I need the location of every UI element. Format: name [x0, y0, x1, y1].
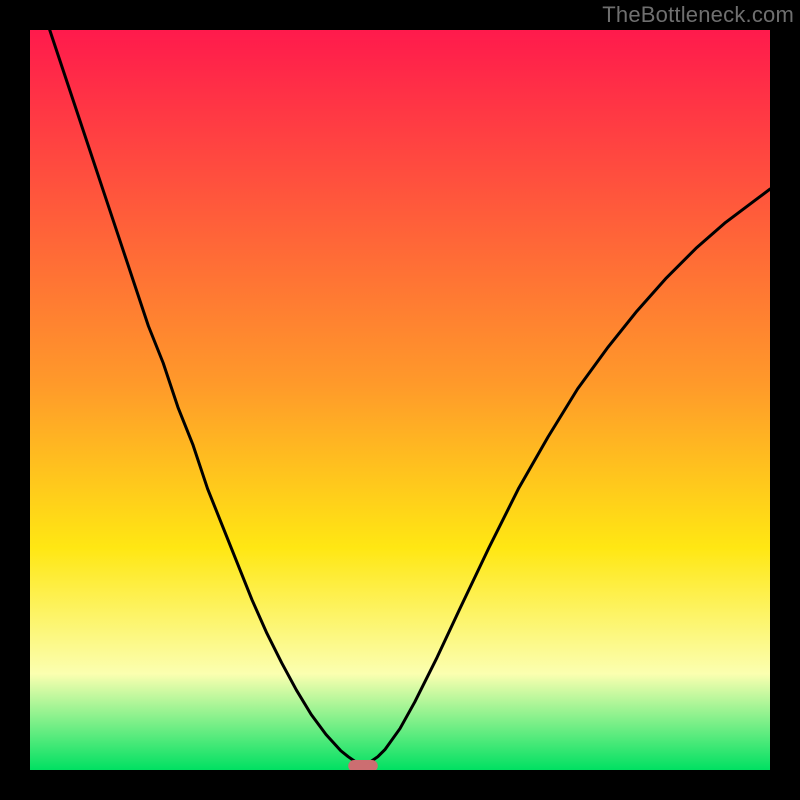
- bottleneck-chart-svg: [30, 30, 770, 770]
- chart-frame: TheBottleneck.com: [0, 0, 800, 800]
- optimum-marker: [348, 760, 378, 770]
- gradient-background: [30, 30, 770, 770]
- watermark-text: TheBottleneck.com: [602, 2, 794, 28]
- plot-area: [30, 30, 770, 770]
